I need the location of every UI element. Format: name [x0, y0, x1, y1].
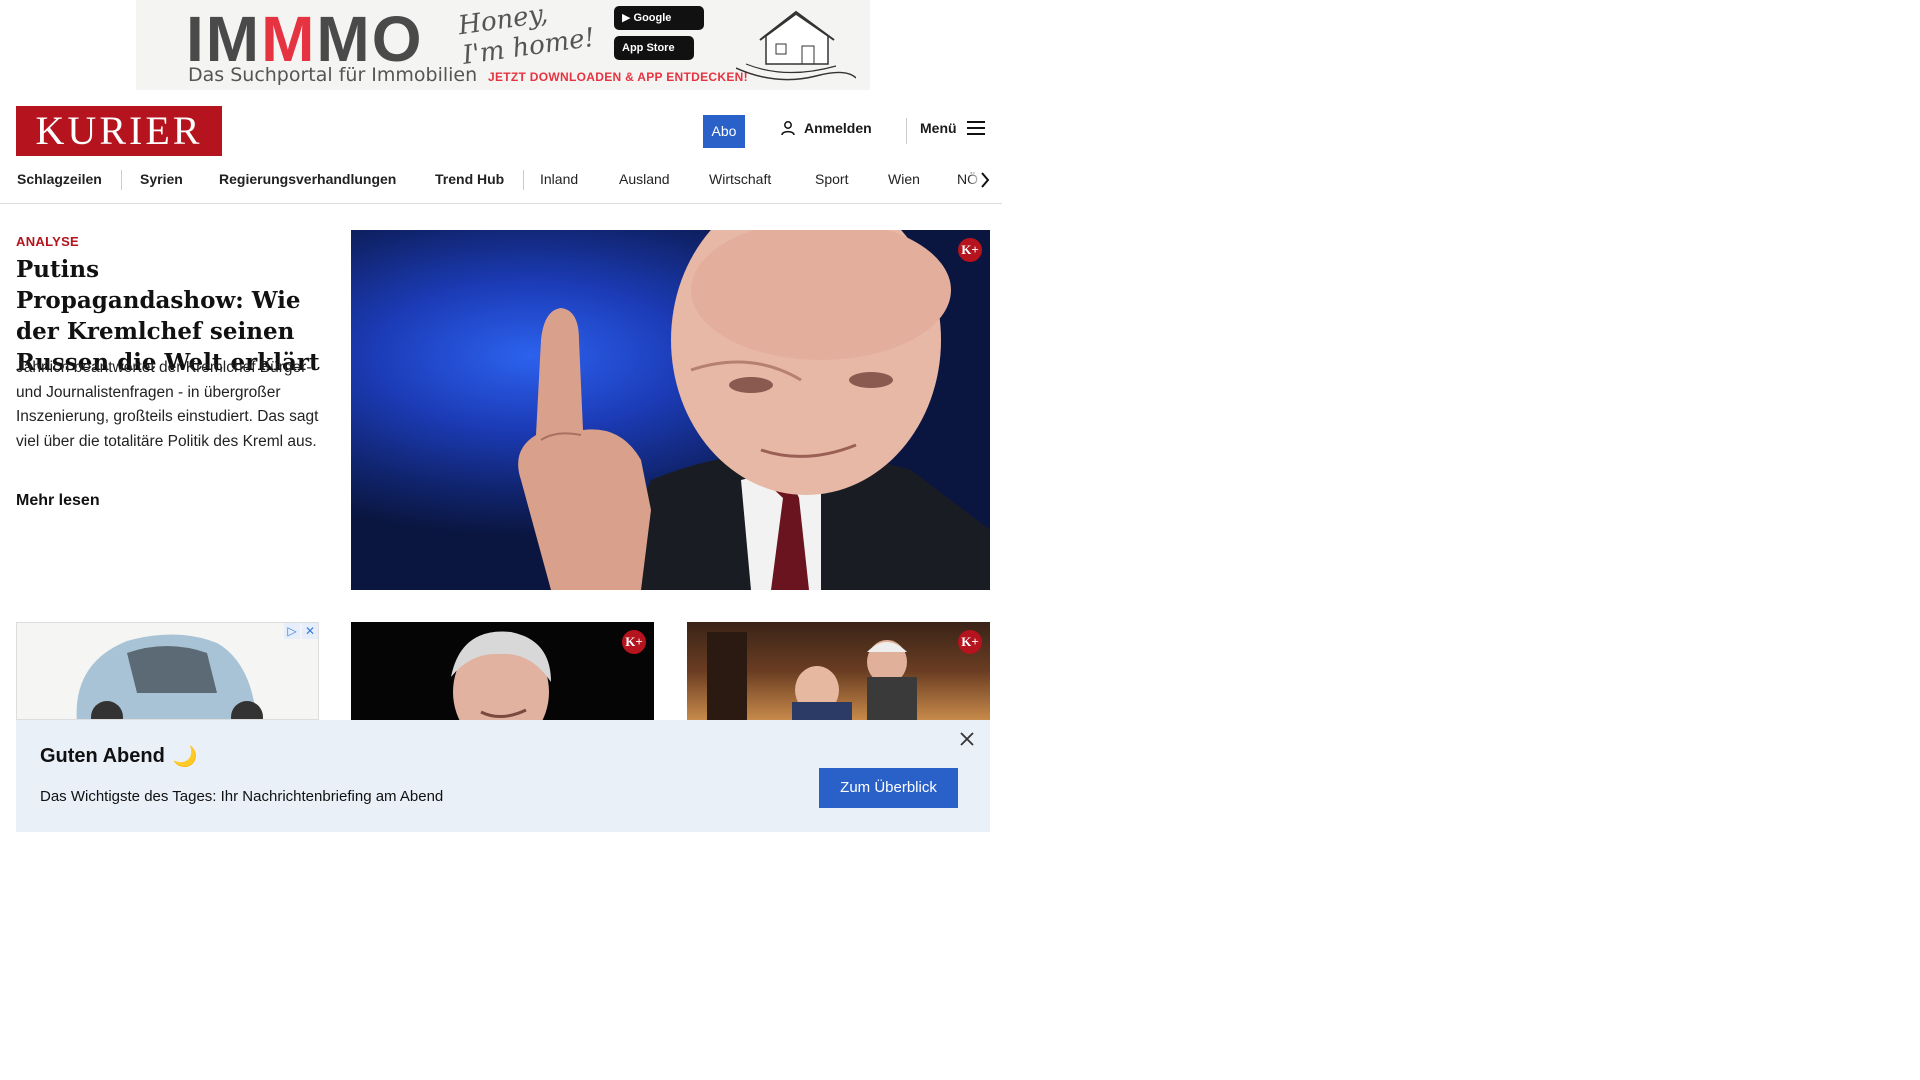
ad-handwriting: Honey, I'm home!	[456, 0, 597, 71]
google-play-badge[interactable]: ▶ Google Play	[614, 6, 704, 48]
k-plus-badge: K+	[958, 630, 982, 654]
nav-divider	[523, 170, 524, 190]
briefing-title: Guten Abend 🌙	[40, 745, 198, 768]
nav-item-syrien[interactable]: Syrien	[140, 166, 183, 192]
k-plus-badge: K+	[622, 630, 646, 654]
close-icon[interactable]	[956, 728, 978, 750]
category-nav: Schlagzeilen Syrien Regierungsverhandlun…	[0, 166, 1002, 204]
evening-briefing-banner: Guten Abend 🌙 Das Wichtigste des Tages: …	[16, 720, 990, 832]
nav-divider	[121, 170, 122, 190]
close-icon[interactable]: ✕	[302, 623, 318, 639]
briefing-overview-button[interactable]: Zum Überblick	[819, 768, 958, 808]
nav-item-sport[interactable]: Sport	[815, 166, 848, 192]
nav-item-wirtschaft[interactable]: Wirtschaft	[709, 166, 771, 192]
ad-card[interactable]: ▷ ✕	[16, 622, 319, 720]
user-icon	[781, 121, 795, 136]
header-divider	[906, 118, 907, 144]
adchoices-icon[interactable]: ▷	[284, 623, 300, 639]
hamburger-icon	[966, 121, 985, 135]
nav-item-schlagzeilen[interactable]: Schlagzeilen	[17, 166, 102, 192]
k-plus-badge: K+	[958, 238, 982, 262]
nav-item-trend-hub[interactable]: Trend Hub	[435, 166, 504, 192]
read-more-link[interactable]: Mehr lesen	[16, 492, 100, 510]
article-teaser: Jährlich beantwortet der Kremlchef Bürge…	[16, 359, 319, 450]
lead-article-image[interactable]: K+	[351, 230, 990, 590]
app-store-badge[interactable]: App Store	[614, 36, 694, 60]
ad-banner[interactable]: IMMMO Das Suchportal für Immobilien Hone…	[136, 0, 870, 90]
login-label: Anmelden	[804, 120, 872, 136]
article-card-image[interactable]: K+	[351, 622, 654, 720]
portrait-illustration	[518, 230, 990, 590]
nav-item-inland[interactable]: Inland	[540, 166, 578, 192]
nav-item-wien[interactable]: Wien	[888, 166, 920, 192]
menu-label: Menü	[920, 120, 957, 136]
nav-item-regierungsverhandlungen[interactable]: Regierungsverhandlungen	[219, 166, 396, 192]
abo-button[interactable]: Abo	[703, 115, 745, 148]
ad-car-image	[76, 634, 263, 719]
nav-scroll-right-button[interactable]	[968, 166, 1002, 194]
ad-choice-flags[interactable]: ▷ ✕	[284, 623, 318, 639]
stage-scene-illustration	[707, 632, 917, 720]
ad-cta: JETZT DOWNLOADEN & APP ENTDECKEN!	[488, 70, 748, 84]
kurier-logo[interactable]: KURIER	[16, 106, 222, 156]
login-button[interactable]: Anmelden	[780, 120, 872, 136]
article-kicker: ANALYSE	[16, 234, 80, 249]
ad-tagline: Das Suchportal für Immobilien	[188, 64, 478, 86]
briefing-text: Das Wichtigste des Tages: Ihr Nachrichte…	[40, 788, 444, 805]
moon-icon: 🌙	[172, 746, 198, 768]
portrait-illustration	[451, 631, 551, 720]
nav-item-ausland[interactable]: Ausland	[619, 166, 670, 192]
house-in-hand-illustration	[736, 10, 856, 81]
site-header: KURIER Abo Anmelden Menü	[16, 106, 990, 156]
article-card-image[interactable]: K+	[687, 622, 990, 720]
chevron-right-icon	[981, 172, 990, 188]
menu-button[interactable]: Menü	[920, 120, 985, 136]
